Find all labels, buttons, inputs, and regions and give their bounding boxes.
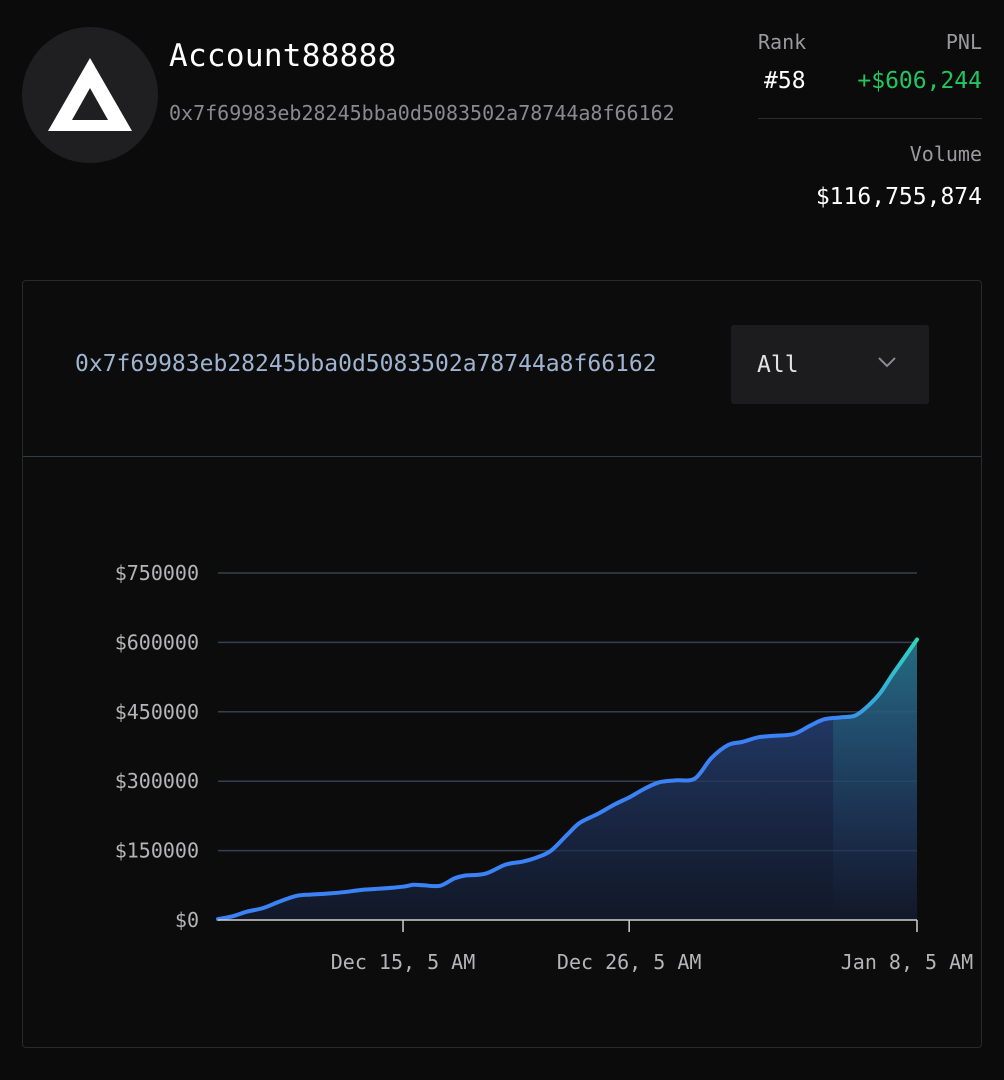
stats-panel: Rank PNL #58 +$606,244 Volume $116,755,8…	[758, 30, 982, 210]
account-profile-page: Account88888 0x7f69983eb28245bba0d508350…	[0, 0, 1004, 1080]
chart-area: $0 $150000 $300000 $450000 $600000 $750000 De…	[23, 457, 981, 1047]
y-tick-label: $150000	[115, 839, 199, 863]
rank-label: Rank	[758, 30, 807, 54]
volume-value: $116,755,874	[815, 184, 982, 210]
account-address: 0x7f69983eb28245bba0d5083502a78744a8f661…	[169, 101, 675, 125]
avatar	[22, 27, 158, 163]
pnl-label: PNL	[945, 30, 982, 54]
x-tick-label: Dec 26, 5 AM	[557, 950, 702, 974]
pnl-value: +$606,244	[857, 68, 982, 94]
y-tick-label: $450000	[115, 700, 199, 724]
y-tick-label: $0	[175, 908, 199, 932]
stats-values-row: #58 +$606,244	[758, 68, 982, 94]
stats-divider	[758, 118, 982, 119]
time-range-select[interactable]: All	[731, 325, 929, 404]
x-tick-label: Dec 15, 5 AM	[331, 950, 476, 974]
white-triangle-logo-icon	[48, 58, 132, 131]
pnl-chart-card: 0x7f69983eb28245bba0d5083502a78744a8f661…	[22, 280, 982, 1048]
volume-label: Volume	[909, 142, 982, 166]
rank-value: #58	[764, 68, 806, 94]
y-tick-label: $750000	[115, 561, 199, 585]
y-axis-ticks: $0 $150000 $300000 $450000 $600000 $750000	[115, 561, 199, 932]
y-tick-label: $600000	[115, 630, 199, 654]
chevron-down-icon	[878, 357, 896, 368]
card-header: 0x7f69983eb28245bba0d5083502a78744a8f661…	[23, 281, 981, 457]
series-layer	[216, 637, 919, 922]
y-tick-label: $300000	[115, 769, 199, 793]
x-tick-label: Jan 8, 5 AM	[841, 950, 973, 974]
pnl-area-fill	[218, 639, 917, 920]
time-range-value: All	[757, 351, 799, 378]
x-axis: Dec 15, 5 AM Dec 26, 5 AM Jan 8, 5 AM	[218, 919, 973, 974]
account-name: Account88888	[169, 38, 397, 74]
card-address-link[interactable]: 0x7f69983eb28245bba0d5083502a78744a8f661…	[75, 351, 657, 377]
pnl-chart[interactable]: $0 $150000 $300000 $450000 $600000 $750000 De…	[23, 457, 981, 1047]
stats-labels-row: Rank PNL	[758, 30, 982, 54]
